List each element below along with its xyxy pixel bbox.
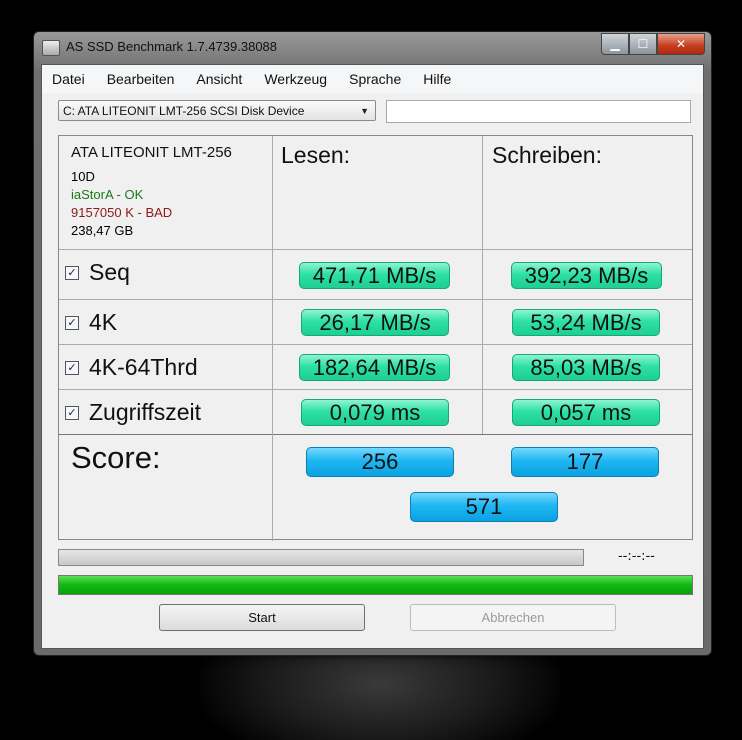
4k-64thrd-checkbox[interactable]: ✓ bbox=[65, 360, 79, 375]
score-read: 256 bbox=[306, 447, 454, 477]
menu-bar: Datei Bearbeiten Ansicht Werkzeug Sprach… bbox=[42, 65, 703, 93]
test-row-access-time: ✓ Zugriffszeit bbox=[65, 399, 201, 426]
maximize-icon: ☐ bbox=[637, 37, 649, 51]
grid-divider bbox=[59, 249, 692, 250]
drive-app-icon bbox=[42, 40, 60, 56]
write-header: Schreiben: bbox=[492, 142, 602, 168]
drive-select[interactable]: C: ATA LITEONIT LMT-256 SCSI Disk Device… bbox=[58, 100, 376, 121]
grid-divider bbox=[59, 389, 692, 390]
menu-hilfe[interactable]: Hilfe bbox=[423, 71, 451, 87]
seq-read-result: 471,71 MB/s bbox=[299, 262, 450, 289]
access-time-write-result: 0,057 ms bbox=[512, 399, 660, 426]
grid-divider bbox=[272, 136, 273, 541]
score-write: 177 bbox=[511, 447, 659, 477]
test-label-4k-64thrd: 4K-64Thrd bbox=[89, 354, 198, 380]
test-label-4k: 4K bbox=[89, 309, 118, 335]
total-progress-fill bbox=[59, 576, 692, 594]
dropdown-arrow-icon: ▼ bbox=[360, 106, 369, 116]
test-label-access-time: Zugriffszeit bbox=[89, 399, 202, 425]
4k-write-result: 53,24 MB/s bbox=[512, 309, 660, 336]
menu-ansicht[interactable]: Ansicht bbox=[196, 71, 242, 87]
menu-bearbeiten[interactable]: Bearbeiten bbox=[107, 71, 175, 87]
test-row-4k: ✓ 4K bbox=[65, 309, 117, 336]
close-button[interactable]: ✕ bbox=[657, 33, 705, 55]
window-controls: ▁ ☐ ✕ bbox=[601, 33, 705, 55]
drive-size: 238,47 GB bbox=[71, 223, 134, 238]
seq-write-result: 392,23 MB/s bbox=[511, 262, 662, 289]
results-grid: ATA LITEONIT LMT-256 10D iaStorA - OK 91… bbox=[58, 135, 693, 541]
4k-checkbox[interactable]: ✓ bbox=[65, 315, 79, 330]
drive-alignment-status: 9157050 K - BAD bbox=[71, 205, 173, 220]
cancel-button[interactable]: Abbrechen bbox=[410, 604, 616, 631]
minimize-icon: ▁ bbox=[610, 37, 620, 51]
elapsed-time: --:--:-- bbox=[618, 549, 655, 564]
drive-firmware: 10D bbox=[71, 169, 95, 184]
grid-divider bbox=[59, 344, 692, 345]
seq-checkbox[interactable]: ✓ bbox=[65, 265, 79, 280]
menu-werkzeug[interactable]: Werkzeug bbox=[264, 71, 327, 87]
maximize-button[interactable]: ☐ bbox=[629, 33, 657, 55]
score-label: Score: bbox=[71, 440, 161, 475]
minimize-button[interactable]: ▁ bbox=[601, 33, 629, 55]
score-total: 571 bbox=[410, 492, 558, 522]
test-row-seq: ✓ Seq bbox=[65, 259, 130, 286]
test-label-seq: Seq bbox=[89, 259, 130, 285]
4k-64thrd-read-result: 182,64 MB/s bbox=[299, 354, 450, 381]
window-title: AS SSD Benchmark 1.7.4739.38088 bbox=[66, 39, 278, 54]
access-time-checkbox[interactable]: ✓ bbox=[65, 405, 79, 420]
menu-datei[interactable]: Datei bbox=[52, 71, 85, 87]
grid-divider bbox=[59, 434, 692, 435]
drive-info: ATA LITEONIT LMT-256 10D iaStorA - OK 91… bbox=[71, 144, 232, 240]
test-row-4k-64thrd: ✓ 4K-64Thrd bbox=[65, 354, 198, 381]
start-button[interactable]: Start bbox=[159, 604, 365, 631]
drive-select-value: C: ATA LITEONIT LMT-256 SCSI Disk Device bbox=[63, 104, 305, 118]
menu-sprache[interactable]: Sprache bbox=[349, 71, 401, 87]
test-progress-bar bbox=[58, 549, 584, 566]
read-header: Lesen: bbox=[281, 142, 351, 168]
4k-64thrd-write-result: 85,03 MB/s bbox=[512, 354, 660, 381]
app-window: AS SSD Benchmark 1.7.4739.38088 ▁ ☐ ✕ Da… bbox=[33, 31, 712, 656]
title-bar[interactable]: AS SSD Benchmark 1.7.4739.38088 ▁ ☐ ✕ bbox=[34, 32, 711, 64]
total-progress-bar bbox=[58, 575, 693, 595]
4k-read-result: 26,17 MB/s bbox=[301, 309, 449, 336]
close-icon: ✕ bbox=[675, 37, 687, 51]
grid-divider bbox=[59, 299, 692, 300]
client-area: Datei Bearbeiten Ansicht Werkzeug Sprach… bbox=[41, 64, 704, 649]
access-time-read-result: 0,079 ms bbox=[301, 399, 449, 426]
grid-divider bbox=[482, 136, 483, 434]
drive-name: ATA LITEONIT LMT-256 bbox=[71, 144, 232, 161]
info-text-field[interactable] bbox=[386, 100, 691, 123]
drive-driver-status: iaStorA - OK bbox=[71, 187, 144, 202]
